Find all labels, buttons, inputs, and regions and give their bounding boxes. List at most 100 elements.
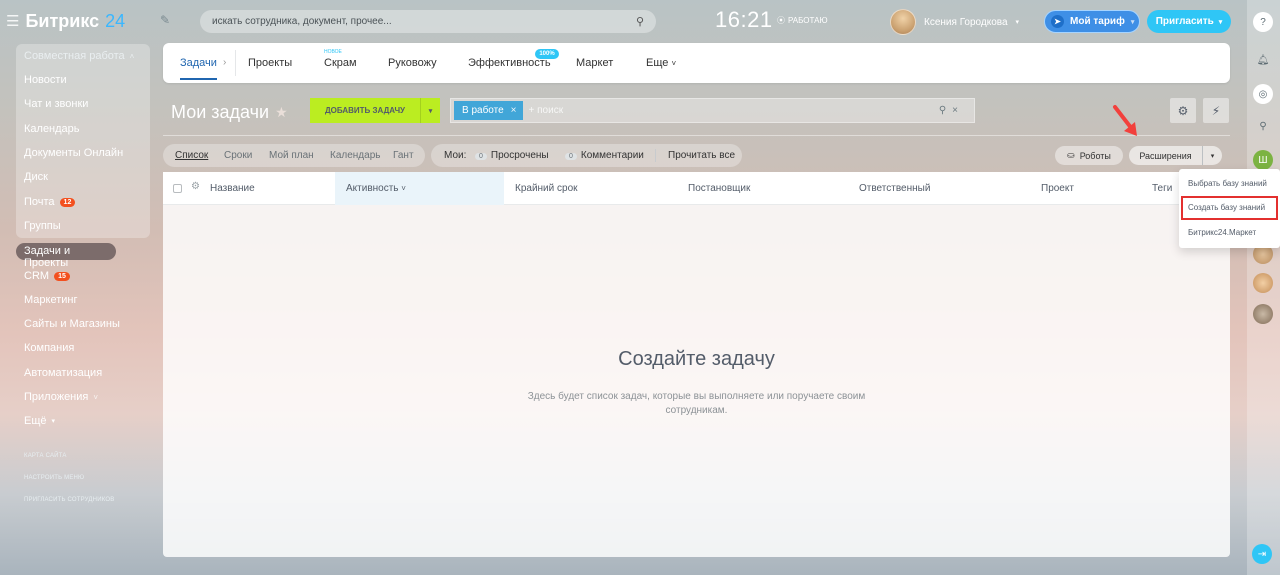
tariff-button[interactable]: ➤ Мой тариф ▾ — [1044, 10, 1140, 33]
invite-label: Пригласить — [1155, 16, 1214, 27]
robots-button[interactable]: ⛀ Роботы — [1055, 146, 1123, 165]
menu-icon[interactable]: ☰ — [6, 12, 19, 30]
tab-divider — [235, 50, 236, 76]
sidebar-group-title[interactable]: Совместная работа ˄ — [24, 50, 134, 62]
add-task-button[interactable]: ДОБАВИТЬ ЗАДАЧУ ▾ — [310, 98, 440, 123]
logo[interactable]: ☰ Битрикс 24 — [6, 10, 125, 32]
sidebar-item-disk[interactable]: Диск — [24, 171, 48, 183]
empty-state-text: Здесь будет список задач, которые вы вып… — [527, 391, 866, 416]
filter-chip-label: В работе — [462, 105, 504, 116]
sidebar-item-marketing[interactable]: Маркетинг — [24, 294, 77, 306]
work-status[interactable]: ⦿ РАБОТАЮ — [777, 15, 828, 26]
gear-icon[interactable]: ⚙ — [191, 181, 200, 192]
filter-chip[interactable]: В работе × — [454, 101, 523, 120]
sidebar-item-label: Диск — [24, 171, 48, 183]
menu-item-choose-kb[interactable]: Выбрать базу знаний — [1188, 179, 1267, 188]
tab-more[interactable]: Еще ˅ — [646, 57, 676, 69]
page-title-text: Мои задачи — [171, 102, 270, 122]
column-project[interactable]: Проект — [1041, 183, 1074, 194]
sidebar-item-apps[interactable]: Приложения ˅ — [24, 391, 98, 403]
new-badge: НОВОЕ — [324, 49, 342, 55]
view-deadlines[interactable]: Сроки — [224, 150, 252, 161]
chevron-down-icon[interactable]: ▾ — [420, 98, 440, 123]
configure-menu-link[interactable]: НАСТРОИТЬ МЕНЮ — [24, 475, 84, 481]
sidebar-item-news[interactable]: Новости — [24, 74, 67, 86]
extensions-button[interactable]: Расширения ▾ — [1129, 146, 1222, 165]
sidebar-item-label: Документы Онлайн — [24, 147, 124, 159]
my-label: Мои: — [444, 150, 467, 161]
sidebar-item-chat[interactable]: Чат и звонки — [24, 98, 88, 110]
overdue-counter[interactable]: 0 Просрочены — [475, 150, 549, 161]
star-icon[interactable]: ★ — [275, 104, 288, 121]
contact-avatar[interactable] — [1253, 273, 1273, 293]
column-tags[interactable]: Теги — [1152, 183, 1172, 194]
tab-supervising[interactable]: Руковожу — [388, 57, 437, 69]
invite-employees-link[interactable]: ПРИГЛАСИТЬ СОТРУДНИКОВ — [24, 497, 114, 503]
column-activity[interactable]: Активность ˅ — [346, 183, 406, 194]
empty-state-title: Создайте задачу — [618, 348, 775, 370]
filter-search-input[interactable]: В работе × + поиск ⚲× — [450, 98, 975, 123]
tab-projects[interactable]: Проекты — [248, 57, 292, 69]
contact-avatar[interactable] — [1253, 304, 1273, 324]
sidebar-item-tasks[interactable]: Задачи и Проекты — [16, 243, 116, 269]
invite-button[interactable]: Пригласить ▾ — [1147, 10, 1231, 33]
sidebar-item-calendar[interactable]: Календарь — [24, 123, 80, 135]
chevron-down-icon: ˅ — [93, 392, 99, 402]
edit-icon[interactable]: ✎ — [160, 13, 170, 27]
help-icon[interactable]: ? — [1253, 12, 1273, 32]
chat-icon[interactable]: ◎ — [1253, 84, 1273, 104]
overdue-count: 0 — [475, 153, 487, 160]
search-clear-icons[interactable]: ⚲× — [939, 105, 964, 116]
lightning-icon[interactable]: ⚡︎ — [1203, 98, 1229, 123]
divider — [655, 149, 656, 162]
comments-counter[interactable]: 0 Комментарии — [565, 150, 644, 161]
view-gantt[interactable]: Гант — [393, 150, 414, 161]
column-name[interactable]: Название — [210, 183, 255, 194]
tab-efficiency[interactable]: Эффективность — [468, 57, 551, 69]
sidebar-item-documents[interactable]: Документы Онлайн — [24, 147, 123, 159]
open-chat-icon[interactable]: ⇥ — [1252, 544, 1272, 564]
chevron-down-icon: ▾ — [1015, 19, 1020, 26]
comments-count: 0 — [565, 153, 577, 160]
sitemap-link[interactable]: КАРТА САЙТА — [24, 453, 67, 459]
chevron-down-icon[interactable]: ▾ — [1202, 146, 1222, 165]
read-all-button[interactable]: Прочитать все — [668, 150, 735, 161]
sidebar-group-label: Совместная работа — [24, 50, 125, 62]
search-icon[interactable]: ⚲ — [1253, 116, 1273, 136]
sidebar-item-sites[interactable]: Сайты и Магазины — [24, 318, 120, 330]
column-deadline[interactable]: Крайний срок — [515, 183, 578, 194]
sidebar-item-mail[interactable]: Почта 12 — [24, 196, 76, 208]
sidebar-item-more[interactable]: Ещё ▾ — [24, 415, 55, 427]
bell-icon[interactable]: 🔔︎ — [1253, 50, 1273, 70]
view-calendar[interactable]: Календарь — [330, 150, 380, 161]
user-menu[interactable]: Ксения Городкова ▾ — [890, 9, 1019, 35]
column-creator[interactable]: Постановщик — [688, 183, 750, 194]
view-my-plan[interactable]: Мой план — [269, 150, 314, 161]
sidebar-item-automation[interactable]: Автоматизация — [24, 367, 102, 379]
clock: 16:21 — [715, 7, 773, 32]
contact-avatar[interactable]: Ш — [1253, 150, 1273, 170]
search-icon[interactable]: ⚲ — [636, 15, 644, 28]
mail-badge: 12 — [59, 197, 76, 207]
sidebar-item-label: Приложения — [24, 391, 89, 403]
chevron-up-icon: ˄ — [129, 51, 135, 61]
select-all-checkbox[interactable] — [173, 184, 182, 193]
view-list[interactable]: Список — [175, 150, 208, 161]
robots-label: Роботы — [1079, 150, 1111, 161]
close-icon[interactable]: × — [511, 105, 517, 116]
chevron-down-icon: ˅ — [671, 59, 677, 68]
rocket-icon: ➤ — [1051, 15, 1064, 28]
search-input[interactable]: искать сотрудника, документ, прочее... ⚲ — [200, 10, 656, 33]
sidebar-item-groups[interactable]: Группы — [24, 220, 61, 232]
column-responsible[interactable]: Ответственный — [859, 183, 930, 194]
menu-item-market[interactable]: Битрикс24.Маркет — [1188, 228, 1256, 237]
sidebar-item-label: Маркетинг — [24, 294, 78, 306]
sidebar-item-label: Новости — [24, 74, 67, 86]
gear-icon[interactable]: ⚙ — [1170, 98, 1196, 123]
tab-scrum[interactable]: Скрам — [324, 57, 357, 69]
sidebar-item-label: Автоматизация — [24, 367, 103, 379]
sidebar-item-company[interactable]: Компания — [24, 342, 74, 354]
sidebar-item-crm[interactable]: CRM 15 — [24, 270, 70, 282]
tab-market[interactable]: Маркет — [576, 57, 613, 69]
tab-tasks[interactable]: Задачи — [180, 57, 217, 80]
